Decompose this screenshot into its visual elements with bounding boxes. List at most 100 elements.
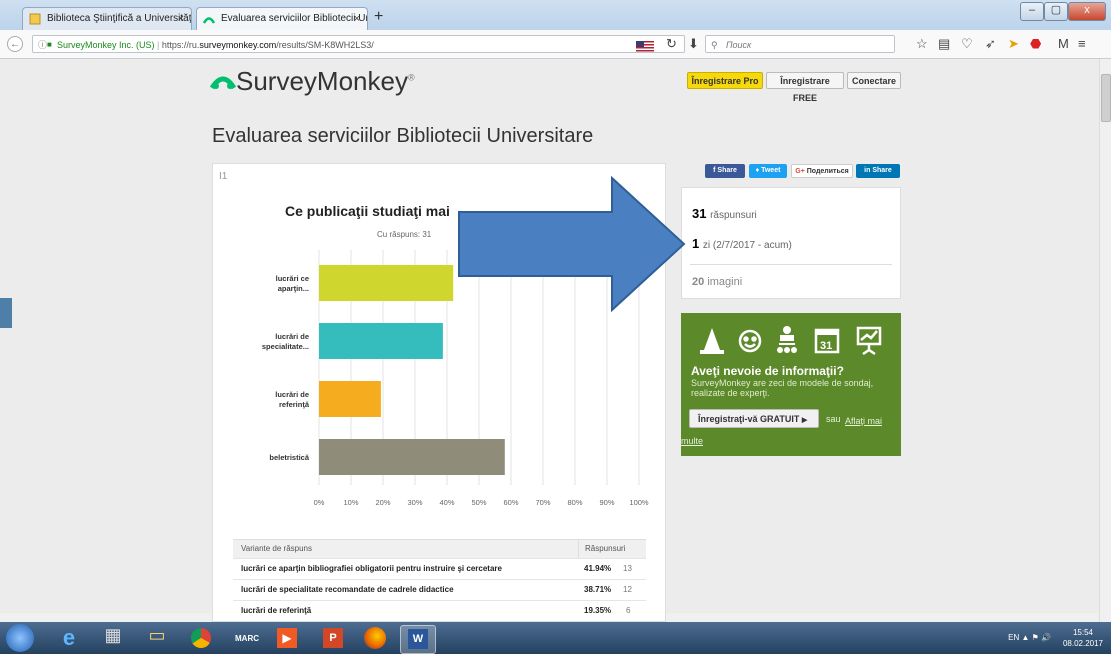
bookmark-star-icon[interactable]: ☆: [916, 36, 928, 52]
info-icon[interactable]: ⓘ: [38, 36, 47, 54]
answered-count: Cu răspuns: 31: [377, 230, 432, 239]
x-tick-label: 60%: [503, 498, 518, 507]
maximize-button[interactable]: ▢: [1044, 2, 1068, 21]
stats-divider: [690, 264, 892, 265]
adblock-icon[interactable]: ⬣: [1030, 36, 1041, 52]
learn-more-link[interactable]: Aflaţi mai multe: [681, 411, 891, 451]
presentation-chart-icon: [856, 326, 882, 356]
chrome-icon[interactable]: [184, 625, 218, 652]
volume-icon[interactable]: 🔊: [1041, 633, 1051, 642]
file-explorer-icon[interactable]: ▭: [140, 625, 174, 652]
category-label: referinţă: [279, 400, 310, 409]
row-percent: 19.35%: [584, 606, 612, 615]
flag-icon[interactable]: ⚑: [1032, 633, 1041, 642]
tab-label: Evaluarea serviciilor Bibliotecii Uni...: [221, 13, 368, 24]
logo-text: SurveyMonkey: [236, 66, 408, 96]
new-tab-button[interactable]: +: [374, 8, 383, 26]
back-button[interactable]: ←: [7, 36, 23, 52]
chart-title: Ce publicaţii studiaţi mai: [285, 203, 450, 219]
side-widget: [0, 298, 12, 328]
x-tick-label: 90%: [599, 498, 614, 507]
register-free-button[interactable]: Înregistrare FREE: [766, 72, 844, 103]
language-indicator[interactable]: EN: [1008, 633, 1019, 642]
bar: [319, 323, 443, 359]
us-flag-icon[interactable]: [636, 39, 654, 52]
table-row: lucrări de specialitate recomandate de c…: [233, 579, 646, 600]
clock-time: 15:54: [1072, 628, 1093, 637]
row-count: 13: [623, 564, 632, 573]
pocket-icon[interactable]: ♡: [961, 36, 973, 52]
pointer-icon[interactable]: ➤: [1008, 36, 1019, 52]
register-pro-button[interactable]: Înregistrare Pro: [687, 72, 763, 89]
search-placeholder: Поиск: [726, 40, 752, 50]
reload-icon[interactable]: ↻: [666, 36, 677, 52]
firefox-icon[interactable]: [358, 625, 392, 652]
vertical-scrollbar[interactable]: [1099, 59, 1111, 622]
row-label: lucrări de specialitate recomandate de c…: [241, 585, 454, 594]
column-header-responses: Răspunsuri: [578, 540, 625, 558]
bar: [319, 265, 454, 301]
gmail-icon[interactable]: M: [1058, 36, 1069, 51]
row-count: 6: [626, 606, 631, 615]
blue-arrow-annotation: [458, 176, 686, 312]
logo[interactable]: SurveyMonkey®: [236, 66, 415, 97]
send-icon[interactable]: ➶: [985, 36, 996, 52]
category-label: lucrări ce: [276, 274, 309, 283]
clock[interactable]: 15:54 08.02.2017: [1063, 627, 1103, 649]
responses-label: răspunsuri: [710, 210, 757, 221]
tray-arrow-icon[interactable]: ▲: [1021, 633, 1031, 642]
connect-button[interactable]: Conectare: [847, 72, 901, 89]
x-tick-label: 20%: [375, 498, 390, 507]
back-arrow-icon: ←: [10, 39, 20, 50]
tab-close-icon[interactable]: ×: [178, 8, 184, 30]
word-icon[interactable]: W: [400, 625, 436, 654]
promo-icons: 31: [700, 326, 882, 356]
twitter-tweet-button[interactable]: ♦ Tweet: [749, 164, 787, 178]
menu-icon[interactable]: ≡: [1078, 36, 1086, 51]
table-row: lucrări ce aparţin bibliografiei obligat…: [233, 558, 646, 579]
calendar-day: 31: [820, 340, 832, 352]
media-player-icon[interactable]: ▶: [270, 625, 304, 652]
category-label: lucrări de: [275, 390, 309, 399]
powerpoint-icon[interactable]: P: [316, 625, 350, 652]
linkedin-share-button[interactable]: in Share: [856, 164, 900, 178]
surveymonkey-logo-icon: [210, 76, 236, 90]
start-button[interactable]: [6, 624, 34, 652]
media-center-icon[interactable]: ▦: [96, 625, 130, 652]
google-plus-icon: G+: [795, 168, 807, 175]
close-button[interactable]: x: [1068, 2, 1106, 21]
facebook-share-button[interactable]: f Share: [705, 164, 745, 178]
x-tick-label: 70%: [535, 498, 550, 507]
marc-app-icon[interactable]: MARC: [230, 625, 264, 652]
tab-label: Biblioteca Ştiinţifică a Universităţii .…: [47, 13, 192, 24]
page-title: Evaluarea serviciilor Bibliotecii Univer…: [212, 125, 594, 147]
category-label: aparţin...: [278, 284, 309, 293]
search-icon: ⚲: [711, 40, 718, 50]
table-row: lucrări de referinţă 19.35% 6: [233, 600, 646, 621]
podium-icon: [700, 328, 724, 354]
address-bar[interactable]: ⓘ ■ SurveyMonkey Inc. (US) | https://ru.…: [32, 35, 685, 53]
x-tick-label: 50%: [471, 498, 486, 507]
scrollbar-thumb[interactable]: [1101, 74, 1111, 122]
bookmarks-list-icon[interactable]: ▤: [938, 36, 950, 52]
minimize-button[interactable]: –: [1020, 2, 1044, 21]
tab-biblioteca[interactable]: Biblioteca Ştiinţifică a Universităţii .…: [22, 7, 192, 30]
promo-heading: Aveţi nevoie de informaţii?: [691, 364, 844, 378]
internet-explorer-icon[interactable]: e: [52, 625, 86, 652]
category-label: specialitate...: [262, 342, 309, 351]
column-header-option: Variante de răspuns: [241, 544, 313, 553]
download-icon[interactable]: ⬇: [688, 36, 699, 52]
days-stat: 1 zi (2/7/2017 - acum): [692, 236, 792, 251]
google-share-button[interactable]: G+ Поделиться: [791, 164, 853, 178]
bar: [319, 381, 381, 417]
smiley-icon: [738, 329, 762, 353]
system-tray: EN ▲ ⚑ 🔊: [1008, 633, 1051, 642]
tab-close-icon[interactable]: ×: [354, 8, 360, 30]
search-input[interactable]: ⚲ Поиск: [705, 35, 895, 53]
images-stat: 20 imagini: [692, 276, 742, 288]
share-label: Share: [717, 167, 737, 174]
site-identity: SurveyMonkey Inc. (US): [57, 40, 155, 50]
tab-evaluarea[interactable]: Evaluarea serviciilor Bibliotecii Uni...…: [196, 7, 368, 30]
linkedin-label: Share: [872, 167, 892, 174]
category-label: beletristică: [269, 453, 309, 462]
